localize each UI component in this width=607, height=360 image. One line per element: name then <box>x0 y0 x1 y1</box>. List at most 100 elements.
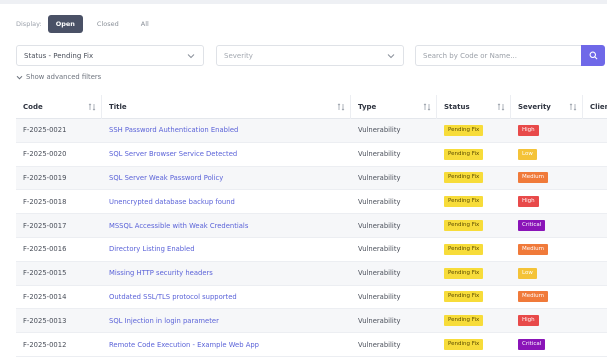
finding-code: F-2025-0014 <box>23 292 67 301</box>
severity-cell: Medium <box>511 172 583 184</box>
severity-badge: Low <box>518 148 537 160</box>
status-cell: Pending Fix <box>437 267 511 279</box>
severity-badge: Medium <box>518 291 548 303</box>
status-cell: Pending Fix <box>437 220 511 232</box>
finding-title-link[interactable]: SSH Password Authentication Enabled <box>102 126 351 134</box>
sort-icon <box>88 102 96 111</box>
chevron-down-icon <box>16 75 23 79</box>
finding-title-link[interactable]: Outdated SSL/TLS protocol supported <box>102 293 351 301</box>
finding-title-link[interactable]: Directory Listing Enabled <box>102 245 351 253</box>
status-cell: Pending Fix <box>437 172 511 184</box>
severity-cell: High <box>511 124 583 136</box>
table-header: Code Title Type Status Severity Clien <box>16 94 607 119</box>
sort-icon <box>423 102 431 111</box>
finding-title-link[interactable]: Missing HTTP security headers <box>102 269 351 277</box>
findings-table: Code Title Type Status Severity Clien <box>16 94 607 357</box>
status-badge: Pending Fix <box>444 148 484 160</box>
status-badge: Pending Fix <box>444 243 484 255</box>
findings-page: Display: Open Closed All Status - Pendin… <box>0 0 607 360</box>
finding-title-link[interactable]: SQL Server Weak Password Policy <box>102 174 351 182</box>
column-header-severity[interactable]: Severity <box>511 94 583 119</box>
status-badge: Pending Fix <box>444 267 484 279</box>
search-button[interactable] <box>581 45 605 66</box>
severity-cell: Low <box>511 148 583 160</box>
table-row[interactable]: F-2025-0019 SQL Server Weak Password Poli… <box>16 166 607 191</box>
column-header-type[interactable]: Type <box>351 94 437 119</box>
table-row[interactable]: F-2025-0013 SQL Injection in login parame… <box>16 309 607 334</box>
finding-title-link[interactable]: Unencrypted database backup found <box>102 198 351 206</box>
display-closed-button[interactable]: Closed <box>89 15 127 33</box>
finding-code: F-2025-0016 <box>23 245 67 254</box>
finding-title-link[interactable]: SQL Server Browser Service Detected <box>102 150 351 158</box>
table-row[interactable]: F-2025-0014 Outdated SSL/TLS protocol sup… <box>16 286 607 310</box>
finding-type: Vulnerability <box>358 173 401 182</box>
table-row[interactable]: F-2025-0018 Unencrypted database backup f… <box>16 190 607 215</box>
finding-code: F-2025-0017 <box>23 221 67 230</box>
severity-cell: Critical <box>511 220 583 232</box>
finding-code: F-2025-0021 <box>23 126 67 135</box>
status-cell: Pending Fix <box>437 291 511 303</box>
table-row[interactable]: F-2025-0012 Remote Code Execution - Examp… <box>16 333 607 357</box>
table-row[interactable]: F-2025-0020 SQL Server Browser Service De… <box>16 143 607 167</box>
severity-cell: Critical <box>511 339 583 351</box>
severity-cell: Low <box>511 267 583 279</box>
display-open-button[interactable]: Open <box>47 15 83 33</box>
status-cell: Pending Fix <box>437 148 511 160</box>
severity-filter-select[interactable]: Severity <box>216 45 404 66</box>
finding-type: Vulnerability <box>358 197 401 206</box>
display-toggle: Display: Open Closed All <box>16 15 157 33</box>
status-badge: Pending Fix <box>444 220 484 232</box>
column-header-client[interactable]: Clien <box>583 95 607 119</box>
status-cell: Pending Fix <box>437 243 511 255</box>
table-body: F-2025-0021 SSH Password Authentication E… <box>16 119 607 357</box>
finding-code: F-2025-0020 <box>23 150 67 159</box>
top-band <box>0 0 607 4</box>
severity-badge: Low <box>518 267 537 279</box>
severity-cell: High <box>511 196 583 208</box>
chevron-down-icon <box>386 51 396 61</box>
search-icon <box>589 51 597 60</box>
status-badge: Pending Fix <box>444 291 484 303</box>
status-cell: Pending Fix <box>437 339 511 351</box>
show-advanced-filters-toggle[interactable]: Show advanced filters <box>16 72 101 82</box>
finding-title-link[interactable]: SQL Injection in login parameter <box>102 317 351 325</box>
severity-badge: High <box>518 196 539 208</box>
severity-cell: Medium <box>511 243 583 255</box>
severity-cell: Medium <box>511 291 583 303</box>
display-all-button[interactable]: All <box>133 15 157 33</box>
finding-type: Vulnerability <box>358 221 401 230</box>
severity-filter-placeholder: Severity <box>224 51 253 60</box>
status-badge: Pending Fix <box>444 339 484 351</box>
status-badge: Pending Fix <box>444 196 484 208</box>
table-row[interactable]: F-2025-0016 Directory Listing Enabled Vuln… <box>16 238 607 262</box>
column-header-code[interactable]: Code <box>16 94 102 119</box>
status-filter-select[interactable]: Status - Pending Fix <box>16 45 204 66</box>
severity-badge: Critical <box>518 220 546 232</box>
search-input[interactable] <box>415 45 582 66</box>
finding-type: Vulnerability <box>358 340 401 349</box>
sort-icon <box>569 102 577 111</box>
finding-code: F-2025-0018 <box>23 197 67 206</box>
sort-icon <box>337 102 345 111</box>
finding-code: F-2025-0019 <box>23 173 67 182</box>
severity-badge: Medium <box>518 172 548 184</box>
finding-title-link[interactable]: Remote Code Execution - Example Web App <box>102 341 351 349</box>
finding-type: Vulnerability <box>358 316 401 325</box>
table-row[interactable]: F-2025-0021 SSH Password Authentication E… <box>16 119 607 143</box>
severity-badge: Critical <box>518 339 546 351</box>
severity-cell: High <box>511 315 583 327</box>
status-badge: Pending Fix <box>444 315 484 327</box>
column-header-title[interactable]: Title <box>102 94 351 119</box>
status-badge: Pending Fix <box>444 172 484 184</box>
table-row[interactable]: F-2025-0015 Missing HTTP security headers… <box>16 261 607 286</box>
finding-type: Vulnerability <box>358 292 401 301</box>
show-advanced-filters-label: Show advanced filters <box>26 73 102 81</box>
finding-title-link[interactable]: MSSQL Accessible with Weak Credentials <box>102 222 351 230</box>
sort-icon <box>497 102 505 111</box>
status-cell: Pending Fix <box>437 196 511 208</box>
column-header-status[interactable]: Status <box>437 94 511 119</box>
finding-type: Vulnerability <box>358 245 401 254</box>
finding-code: F-2025-0012 <box>23 340 67 349</box>
severity-badge: High <box>518 315 539 327</box>
table-row[interactable]: F-2025-0017 MSSQL Accessible with Weak Cr… <box>16 214 607 238</box>
